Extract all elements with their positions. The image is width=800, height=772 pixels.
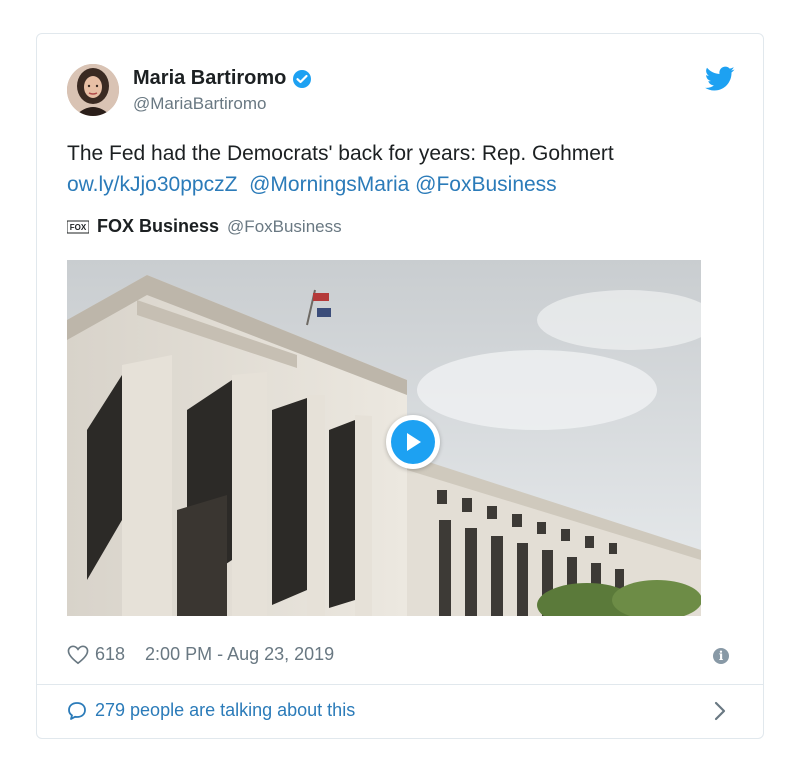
chevron-right-icon[interactable] (713, 700, 727, 722)
user-name-row[interactable]: Maria Bartiromo (133, 67, 312, 90)
video-thumbnail[interactable] (67, 260, 701, 616)
divider (37, 684, 763, 685)
tweet-links: ow.ly/kJjo30ppczZ @MorningsMaria @FoxBus… (67, 169, 614, 200)
fox-logo-icon: FOX (67, 220, 89, 233)
conversation-link[interactable]: 279 people are talking about this (67, 700, 355, 721)
info-icon[interactable]: i (713, 648, 729, 664)
speech-bubble-icon (68, 701, 86, 720)
tweet-text: The Fed had the Democrats' back for year… (67, 142, 614, 165)
source-attribution[interactable]: FOX FOX Business @FoxBusiness (67, 216, 342, 237)
user-name[interactable]: Maria Bartiromo (133, 67, 286, 90)
tweet-meta: 618 2:00 PM - Aug 23, 2019 (67, 644, 334, 665)
tweet-card[interactable]: Maria Bartiromo @MariaBartiromo The Fed … (36, 33, 764, 739)
verified-badge-icon (293, 69, 312, 88)
tweet-text-block: The Fed had the Democrats' back for year… (67, 138, 614, 200)
federal-reserve-building-image (67, 260, 701, 616)
user-handle[interactable]: @MariaBartiromo (133, 94, 266, 114)
play-button[interactable] (386, 415, 440, 469)
mention-morningsmaria[interactable]: @MorningsMaria (249, 173, 409, 196)
like-count[interactable]: 618 (95, 644, 125, 665)
talking-count[interactable]: 279 people are talking about this (95, 700, 355, 721)
heart-icon[interactable] (67, 645, 89, 665)
mention-foxbusiness[interactable]: @FoxBusiness (415, 173, 557, 196)
source-handle[interactable]: @FoxBusiness (227, 217, 342, 237)
avatar[interactable] (67, 64, 119, 116)
svg-text:FOX: FOX (70, 223, 87, 232)
short-link[interactable]: ow.ly/kJjo30ppczZ (67, 173, 237, 196)
source-name[interactable]: FOX Business (97, 216, 219, 237)
timestamp[interactable]: 2:00 PM - Aug 23, 2019 (145, 644, 334, 665)
twitter-bird-icon[interactable] (705, 66, 735, 92)
play-icon (407, 433, 421, 451)
